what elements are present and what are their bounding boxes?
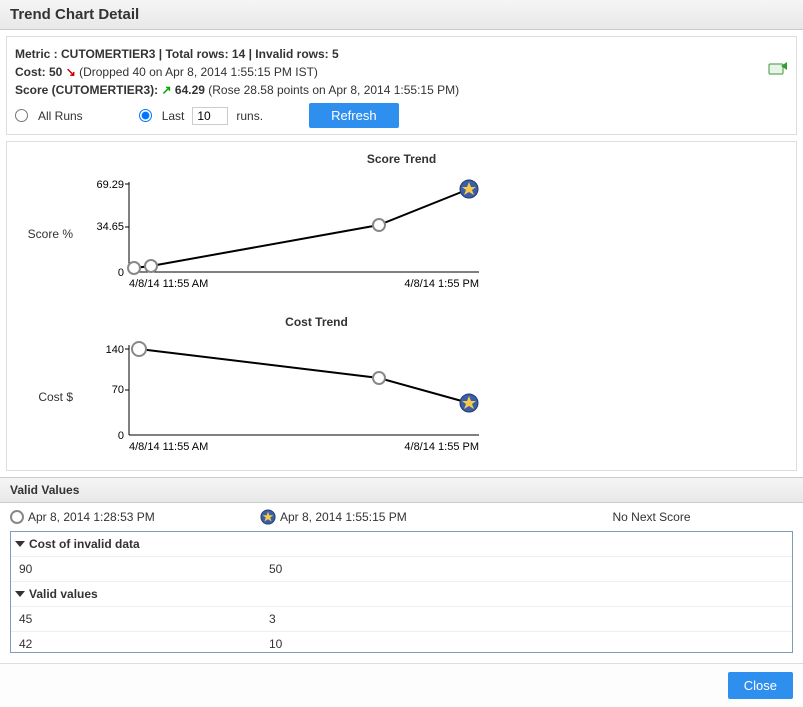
xtick: 4/8/14 11:55 AM	[129, 441, 208, 453]
group-label: Cost of invalid data	[29, 537, 140, 551]
dialog-title: Trend Chart Detail	[0, 0, 803, 30]
arrow-up-icon: ↗	[161, 83, 171, 97]
valid-values-header: Valid Values	[0, 477, 803, 503]
cell: 90	[11, 557, 261, 581]
last-runs-input[interactable]	[192, 107, 228, 125]
xtick: 4/8/14 1:55 PM	[404, 278, 479, 290]
ytick: 0	[118, 430, 124, 442]
group-row-valid[interactable]: Valid values	[11, 582, 792, 607]
score-plot: 69.29 34.65 0 4/8/14 11:55 AM 4/8/14 1:5…	[79, 172, 499, 295]
cost-trend-chart: Cost Trend Cost $ 140 70 0	[19, 315, 784, 458]
data-point[interactable]	[373, 219, 385, 231]
cell: 10	[261, 632, 792, 652]
valid-values-grid: Cost of invalid data 90 50 Valid values …	[10, 531, 793, 653]
ytick: 0	[118, 267, 124, 279]
vv-time-2: Apr 8, 2014 1:55:15 PM	[280, 510, 407, 524]
data-point[interactable]	[145, 260, 157, 272]
export-icon[interactable]	[768, 61, 788, 77]
refresh-button[interactable]: Refresh	[309, 103, 399, 128]
cell: 45	[11, 607, 261, 631]
close-button[interactable]: Close	[728, 672, 793, 699]
score-line: Score (CUTOMERTIER3): ↗ 64.29 (Rose 28.5…	[15, 83, 788, 97]
cost-change-text: (Dropped 40 on Apr 8, 2014 1:55:15 PM IS…	[79, 65, 318, 79]
score-trend-chart: Score Trend Score % 69.29 34.65 0	[19, 152, 784, 295]
star-badge-icon	[260, 509, 276, 525]
table-row: 90 50	[11, 557, 792, 582]
runs-suffix: runs.	[236, 109, 263, 123]
score-trend-title: Score Trend	[19, 152, 784, 166]
cost-trend-title: Cost Trend	[0, 315, 784, 329]
chevron-down-icon	[15, 591, 25, 597]
metric-line: Metric : CUTOMERTIER3 | Total rows: 14 |…	[15, 47, 788, 61]
grid-scroll[interactable]: Cost of invalid data 90 50 Valid values …	[11, 532, 792, 652]
all-runs-label: All Runs	[38, 109, 83, 123]
data-point[interactable]	[128, 262, 140, 274]
score-ylabel: Score %	[19, 227, 79, 241]
chevron-down-icon	[15, 541, 25, 547]
cost-plot: 140 70 0 4/8/14 11:55 AM 4/8/14 1:55 PM	[79, 335, 499, 458]
valid-values-times-row: Apr 8, 2014 1:28:53 PM Apr 8, 2014 1:55:…	[0, 503, 803, 531]
last-label: Last	[162, 109, 185, 123]
no-next-score: No Next Score	[510, 510, 793, 524]
score-value: 64.29	[175, 83, 205, 97]
cost-line: Cost: 50 ↘ (Dropped 40 on Apr 8, 2014 1:…	[15, 65, 788, 79]
table-row: 45 3	[11, 607, 792, 632]
group-row-cost[interactable]: Cost of invalid data	[11, 532, 792, 557]
arrow-down-icon: ↘	[66, 65, 76, 79]
cell: 42	[11, 632, 261, 652]
xtick: 4/8/14 1:55 PM	[404, 441, 479, 453]
charts-panel: Score Trend Score % 69.29 34.65 0	[6, 141, 797, 471]
ring-icon	[10, 510, 24, 524]
highlight-point-icon[interactable]	[460, 180, 478, 198]
run-controls: All Runs Last runs. Refresh	[15, 103, 788, 128]
data-point[interactable]	[132, 342, 146, 356]
last-runs-radio[interactable]	[139, 109, 152, 122]
cost-ylabel: Cost $	[19, 390, 79, 404]
score-change-text: (Rose 28.58 points on Apr 8, 2014 1:55:1…	[208, 83, 459, 97]
group-label: Valid values	[29, 587, 98, 601]
cell: 50	[261, 557, 792, 581]
data-point[interactable]	[373, 372, 385, 384]
info-panel: Metric : CUTOMERTIER3 | Total rows: 14 |…	[6, 36, 797, 135]
ytick: 70	[112, 384, 124, 396]
ytick: 140	[106, 344, 124, 356]
ytick: 69.29	[96, 179, 124, 191]
vv-time-1: Apr 8, 2014 1:28:53 PM	[28, 510, 155, 524]
cell: 3	[261, 607, 792, 631]
score-label: Score (CUTOMERTIER3):	[15, 83, 158, 97]
table-row: 42 10	[11, 632, 792, 652]
dialog-footer: Close	[0, 663, 803, 707]
ytick: 34.65	[96, 221, 124, 233]
highlight-point-icon[interactable]	[460, 394, 478, 412]
xtick: 4/8/14 11:55 AM	[129, 278, 208, 290]
all-runs-radio[interactable]	[15, 109, 28, 122]
cost-label: Cost: 50	[15, 65, 62, 79]
